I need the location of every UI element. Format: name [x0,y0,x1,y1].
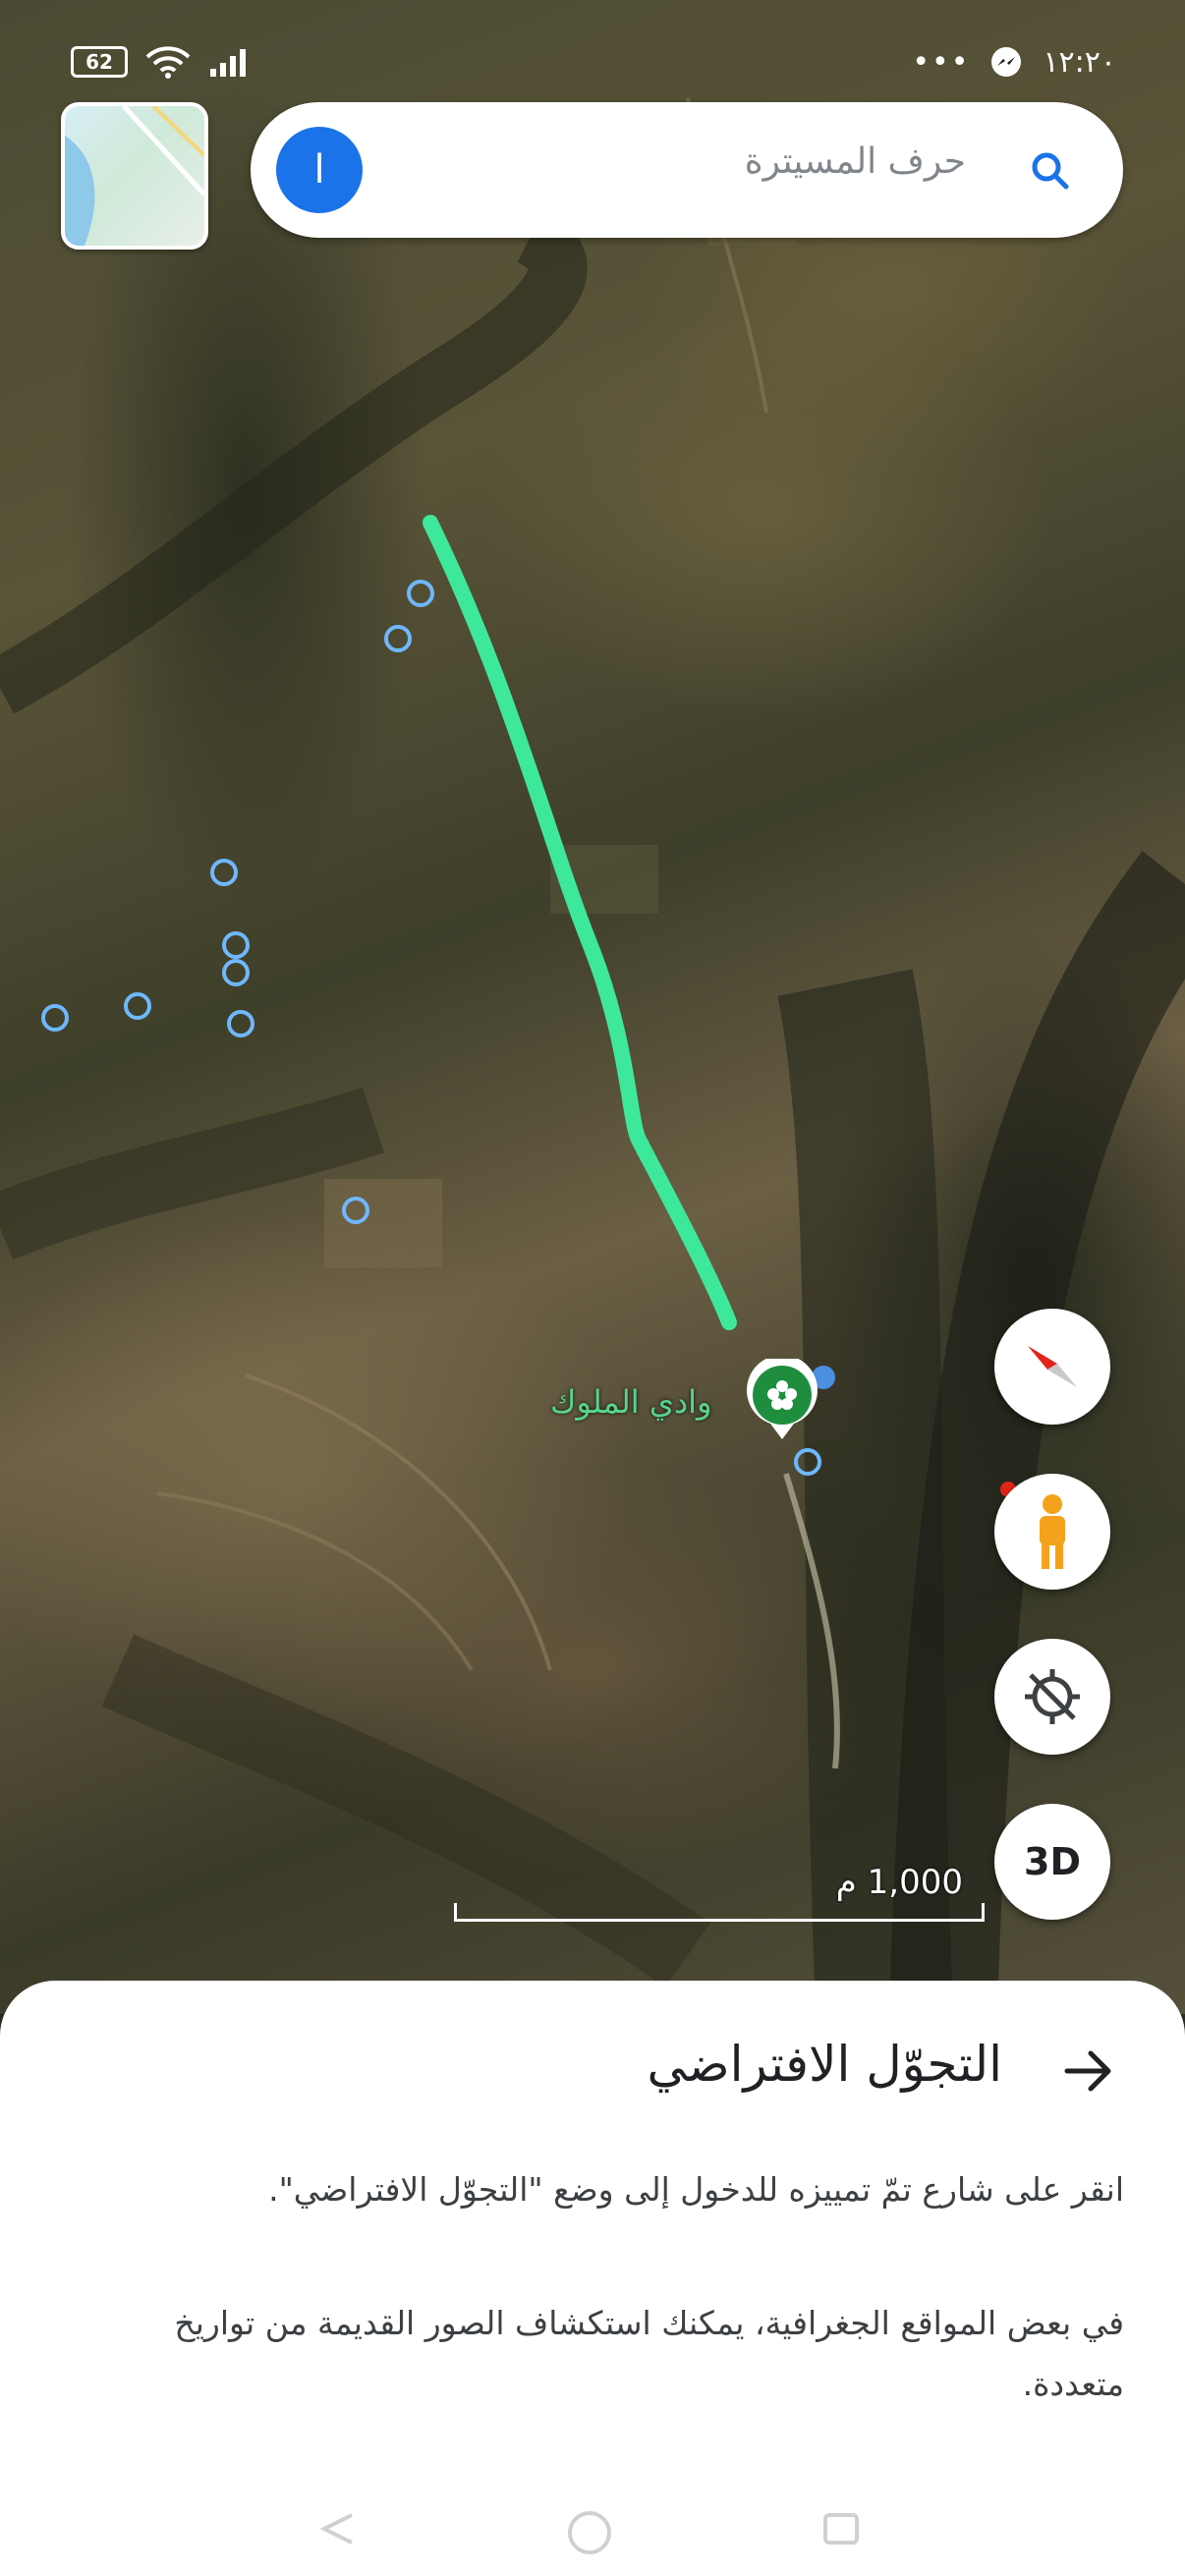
compass-button[interactable] [994,1309,1110,1425]
map-thumbnail-icon [65,106,204,246]
place-label[interactable]: وادي الملوك [550,1383,711,1421]
compass-icon [1028,1346,1077,1387]
home-icon[interactable] [562,2509,617,2564]
battery-icon: 62 [71,46,128,78]
wifi-icon [145,46,191,79]
search-bar[interactable]: ا حرف المسيترة [251,102,1123,238]
street-view-dot[interactable] [384,625,412,652]
street-view-dot[interactable] [227,1010,254,1037]
sheet-paragraph-1: انقر على شارع تمّ تمييزه للدخول إلى وضع … [268,2170,1124,2209]
my-location-button[interactable] [994,1639,1110,1755]
street-view-button[interactable] [994,1474,1110,1590]
recents-icon[interactable] [818,2509,865,2548]
search-input[interactable]: حرف المسيترة [745,141,966,182]
clock: ١٢:٢٠ [1043,45,1116,80]
street-view-dot[interactable] [407,580,434,607]
street-view-dot[interactable] [222,959,250,986]
arrow-right-icon[interactable] [1061,2044,1116,2099]
street-view-dot[interactable] [210,859,238,886]
location-disabled-icon [1025,1669,1080,1724]
street-view-dot[interactable] [222,931,250,959]
park-pin-icon[interactable] [745,1359,819,1441]
sheet-paragraph-2: في بعض المواقع الجغرافية، يمكنك استكشاف … [174,2304,1124,2403]
scale-label: 1,000 م [835,1863,963,1902]
screen: 62 ••• ١٢:٢٠ ا حرف المسيترة وادي الملوك … [0,0,1185,2576]
street-view-dot[interactable] [124,992,151,1020]
search-icon[interactable] [1027,147,1074,195]
three-d-button[interactable]: 3D [994,1804,1110,1920]
street-view-dot[interactable] [794,1448,821,1476]
street-view-dot[interactable] [41,1004,69,1032]
scale-line [454,1903,985,1922]
signal-icon [210,49,246,77]
street-view-dot[interactable] [342,1197,369,1224]
sheet-title: التجوّل الافتراضي [647,2036,1002,2093]
layers-button[interactable] [61,102,208,250]
messenger-icon [991,46,1022,77]
status-right: ••• ١٢:٢٠ [912,45,1116,80]
system-navigation-bar [0,2490,1185,2576]
street-view-info-sheet[interactable]: التجوّل الافتراضي انقر على شارع تمّ تميي… [0,1981,1185,2576]
status-left: 62 [71,45,252,79]
more-notifications-icon: ••• [912,45,971,80]
account-avatar[interactable]: ا [276,127,363,213]
back-icon[interactable] [312,2509,360,2548]
status-bar: 62 ••• ١٢:٢٠ [0,0,1185,80]
scale-bar: 1,000 م [454,1863,985,1922]
pegman-icon [1040,1494,1065,1569]
